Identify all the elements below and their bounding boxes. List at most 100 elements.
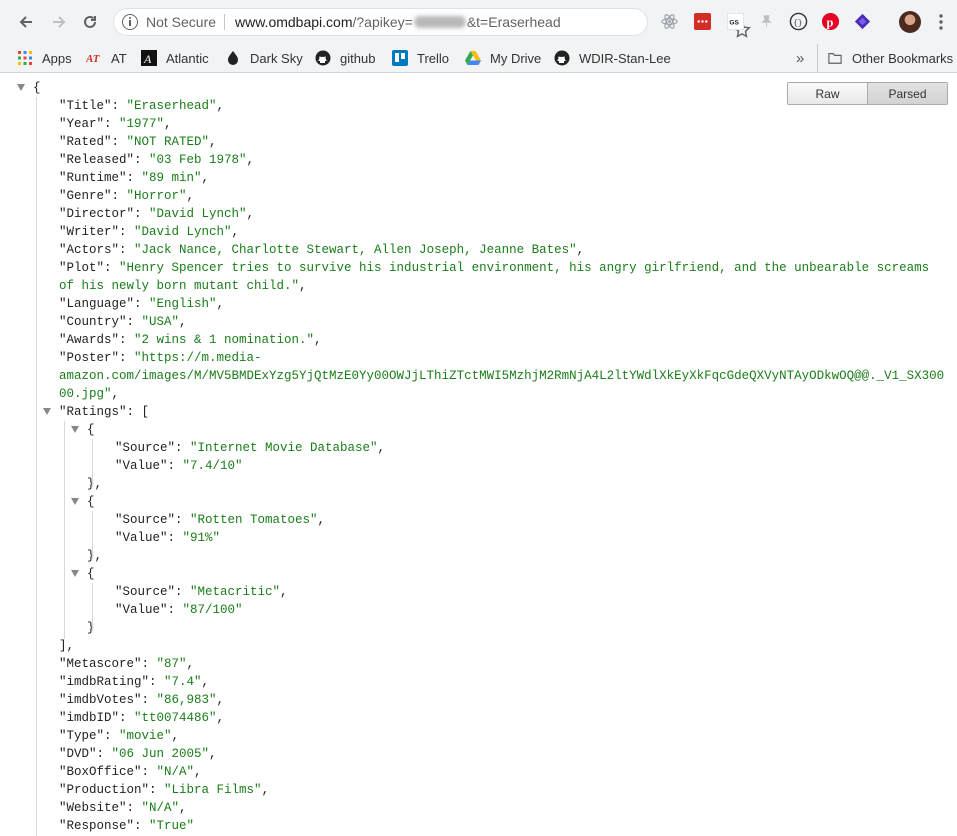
json-string-value: "06 Jun 2005" — [111, 747, 210, 761]
json-key: "Ratings": — [59, 405, 142, 419]
view-mode-toggle: Raw Parsed — [787, 82, 948, 105]
other-bookmarks[interactable]: Other Bookmarks — [817, 44, 953, 72]
json-string-value: "86,983" — [156, 693, 217, 707]
url-path-end: &t=Eraserhead — [466, 14, 561, 30]
json-string-value: "Henry Spencer tries to survive his indu… — [119, 261, 930, 275]
json-comma: , — [201, 675, 210, 689]
bookmark-label: Atlantic — [166, 50, 209, 66]
json-viewer: {"Title": "Eraserhead", "Year": "1977", "R… — [0, 73, 957, 836]
json-string-value: "Eraserhead" — [126, 99, 217, 113]
json-string-value: "True" — [149, 819, 195, 833]
json-line: "Poster": "https://m.media- — [59, 349, 262, 367]
collapse-triangle-icon[interactable] — [71, 426, 79, 433]
url-path-start: /?apikey= — [352, 14, 413, 30]
bookmark-atlantic[interactable]: A Atlantic — [141, 44, 209, 72]
forward-arrow-icon — [53, 16, 66, 28]
react-devtools-icon[interactable] — [660, 12, 679, 31]
json-line: "Source": "Metacritic", — [115, 583, 288, 601]
json-string-value: "Metacritic" — [190, 585, 281, 599]
json-key: "Value": — [115, 459, 183, 473]
chrome-menu-icon[interactable] — [934, 12, 948, 32]
json-line: "Awards": "2 wins & 1 nomination.", — [59, 331, 322, 349]
json-string-value: "03 Feb 1978" — [149, 153, 247, 167]
json-string-value: "English" — [149, 297, 217, 311]
json-key: "Actors": — [59, 243, 135, 257]
bookmark-dark-sky[interactable]: Dark Sky — [225, 44, 303, 72]
json-string-value: "NOT RATED" — [126, 135, 210, 149]
reload-icon — [84, 15, 96, 28]
json-key: "Value": — [115, 603, 183, 617]
json-line: "Type": "movie", — [59, 727, 179, 745]
profile-avatar[interactable] — [899, 11, 921, 33]
pinterest-icon[interactable]: p — [821, 12, 840, 31]
json-bracket: { — [87, 567, 95, 581]
json-string-value: "David Lynch" — [149, 207, 247, 221]
json-key: "BoxOffice": — [59, 765, 157, 779]
bookmark-label: Trello — [417, 50, 450, 66]
json-key: "Production": — [59, 783, 165, 797]
json-line: } — [87, 619, 95, 637]
collapse-triangle-icon[interactable] — [71, 498, 79, 505]
gs-extension-icon[interactable]: GS — [726, 12, 745, 31]
bookmark-wdir-stan-lee[interactable]: WDIR-Stan-Lee — [554, 44, 671, 72]
json-viewer-icon[interactable]: {} — [789, 12, 808, 31]
back-arrow-icon — [19, 16, 32, 28]
json-key: "Title": — [59, 99, 127, 113]
json-string-value: "tt0074486" — [134, 711, 217, 725]
json-line: "Director": "David Lynch", — [59, 205, 254, 223]
collapse-triangle-icon[interactable] — [71, 570, 79, 577]
json-comma: , — [246, 153, 255, 167]
stack-extension-icon[interactable] — [853, 12, 872, 31]
json-string-value: "N/A" — [156, 765, 195, 779]
json-string-value: "Libra Films" — [164, 783, 262, 797]
json-string-value: "USA" — [141, 315, 180, 329]
indent-guide — [92, 583, 93, 631]
json-string-value: "1977" — [119, 117, 165, 131]
json-bracket: [ — [141, 405, 150, 419]
bookmark-at[interactable]: AT AT — [86, 44, 127, 72]
json-line: "Source": "Internet Movie Database", — [115, 439, 385, 457]
svg-text:{}: {} — [793, 20, 802, 28]
github-icon — [315, 50, 331, 66]
raw-button[interactable]: Raw — [788, 83, 867, 104]
json-key: "Response": — [59, 819, 150, 833]
atlantic-logo-icon: A — [141, 50, 157, 66]
json-comma: , — [317, 513, 326, 527]
lastpass-icon[interactable] — [693, 12, 712, 31]
forward-button[interactable] — [48, 11, 70, 33]
bookmark-trello[interactable]: Trello — [392, 44, 449, 72]
pin-extension-icon[interactable] — [757, 12, 776, 31]
url-text[interactable]: www.omdbapi.com/?apikey= &t=Eraserhead — [235, 14, 561, 30]
json-key: "imdbID": — [59, 711, 135, 725]
address-bar[interactable]: Not Secure www.omdbapi.com/?apikey= &t=Er… — [113, 8, 751, 38]
info-icon[interactable] — [122, 14, 138, 30]
parsed-button[interactable]: Parsed — [867, 83, 947, 104]
reload-button[interactable] — [79, 11, 101, 33]
json-string-value: "91%" — [182, 531, 221, 545]
bookmarks-overflow-button[interactable]: » — [796, 44, 804, 72]
bookmark-apps[interactable]: Apps — [17, 44, 72, 72]
json-string-value: "7.4" — [164, 675, 202, 689]
json-bracket: { — [33, 81, 41, 95]
json-comma: , — [377, 441, 386, 455]
security-label[interactable]: Not Secure — [146, 14, 216, 30]
json-line: "Actors": "Jack Nance, Charlotte Stewart… — [59, 241, 584, 259]
json-comma: , — [201, 171, 210, 185]
bookmark-my-drive[interactable]: My Drive — [465, 44, 541, 72]
collapse-triangle-icon[interactable] — [43, 408, 51, 415]
json-line: "DVD": "06 Jun 2005", — [59, 745, 217, 763]
json-comma: , — [179, 315, 187, 329]
collapse-triangle-icon[interactable] — [17, 84, 25, 91]
json-line: }, — [87, 475, 102, 493]
json-comma: , — [186, 657, 195, 671]
back-button[interactable] — [15, 11, 37, 33]
bookmark-github[interactable]: github — [315, 44, 375, 72]
bookmark-label: Dark Sky — [250, 50, 303, 66]
indent-guide — [92, 439, 93, 487]
json-key: "Writer": — [59, 225, 135, 239]
json-bracket: { — [87, 423, 95, 437]
json-string-value: "David Lynch" — [134, 225, 232, 239]
json-line: 00.jpg", — [59, 385, 119, 403]
json-key: "Rated": — [59, 135, 127, 149]
bookmark-label: AT — [111, 50, 127, 66]
